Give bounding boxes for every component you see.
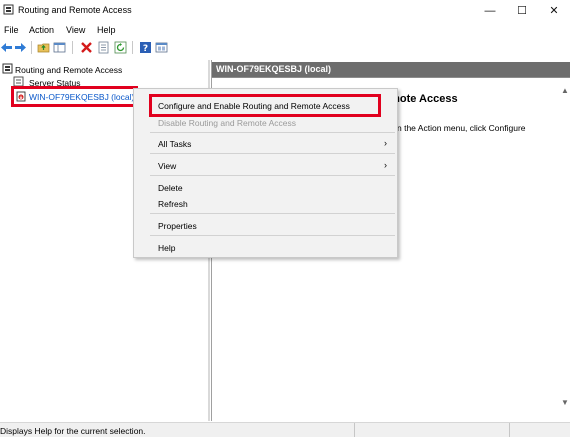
svg-text:?: ? (143, 44, 148, 54)
submenu-arrow-icon: › (384, 160, 387, 170)
status-separator (509, 423, 510, 437)
status-bar: Displays Help for the current selection. (0, 422, 570, 437)
menu-separator (150, 235, 395, 236)
menu-item-properties[interactable]: Properties (158, 221, 197, 231)
console-icon[interactable] (155, 41, 168, 54)
menu-item-refresh[interactable]: Refresh (158, 199, 188, 209)
menu-view[interactable]: View (66, 25, 85, 35)
routing-root-icon (2, 63, 13, 74)
menu-item-disable: Disable Routing and Remote Access (158, 118, 296, 128)
routing-app-icon (3, 4, 14, 15)
menu-item-delete[interactable]: Delete (158, 183, 183, 193)
annotation-highlight-server (11, 86, 138, 107)
scroll-up-arrow-icon[interactable]: ▲ (561, 86, 569, 95)
window-title: Routing and Remote Access (18, 5, 132, 15)
close-button[interactable]: ✕ (537, 0, 570, 21)
status-text: Displays Help for the current selection. (0, 426, 146, 436)
menu-help[interactable]: Help (97, 25, 116, 35)
toolbar-separator (132, 41, 133, 54)
minimize-button[interactable]: — (473, 0, 507, 21)
menu-item-view[interactable]: View (158, 161, 176, 171)
back-icon[interactable] (0, 41, 13, 54)
result-pane-divider (212, 77, 570, 78)
menu-separator (150, 213, 395, 214)
status-separator (354, 423, 355, 437)
scroll-down-arrow-icon[interactable]: ▼ (561, 398, 569, 407)
menu-item-all-tasks[interactable]: All Tasks (158, 139, 191, 149)
tree-item-root[interactable]: Routing and Remote Access (15, 65, 122, 75)
title-bar: Routing and Remote Access — ☐ ✕ (0, 0, 570, 21)
toolbar-separator (72, 41, 73, 54)
menu-separator (150, 175, 395, 176)
maximize-button[interactable]: ☐ (505, 0, 539, 21)
annotation-highlight-configure (149, 94, 381, 117)
menu-separator (150, 132, 395, 133)
show-hide-tree-icon[interactable] (53, 41, 66, 54)
help-icon[interactable]: ? (139, 41, 152, 54)
up-folder-icon[interactable] (37, 41, 50, 54)
welcome-body-text: n the Action menu, click Configure (397, 123, 526, 133)
properties-icon[interactable] (97, 41, 110, 54)
submenu-arrow-icon: › (384, 138, 387, 148)
menu-file[interactable]: File (4, 25, 19, 35)
delete-icon[interactable] (80, 41, 93, 54)
toolbar: ? (0, 38, 570, 57)
menu-bar: File Action View Help (0, 22, 570, 38)
result-pane-header: WIN-OF79EKQESBJ (local) (212, 62, 570, 77)
toolbar-separator (31, 41, 32, 54)
menu-item-help[interactable]: Help (158, 243, 175, 253)
menu-separator (150, 153, 395, 154)
menu-action[interactable]: Action (29, 25, 54, 35)
forward-icon[interactable] (14, 41, 27, 54)
refresh-icon[interactable] (114, 41, 127, 54)
